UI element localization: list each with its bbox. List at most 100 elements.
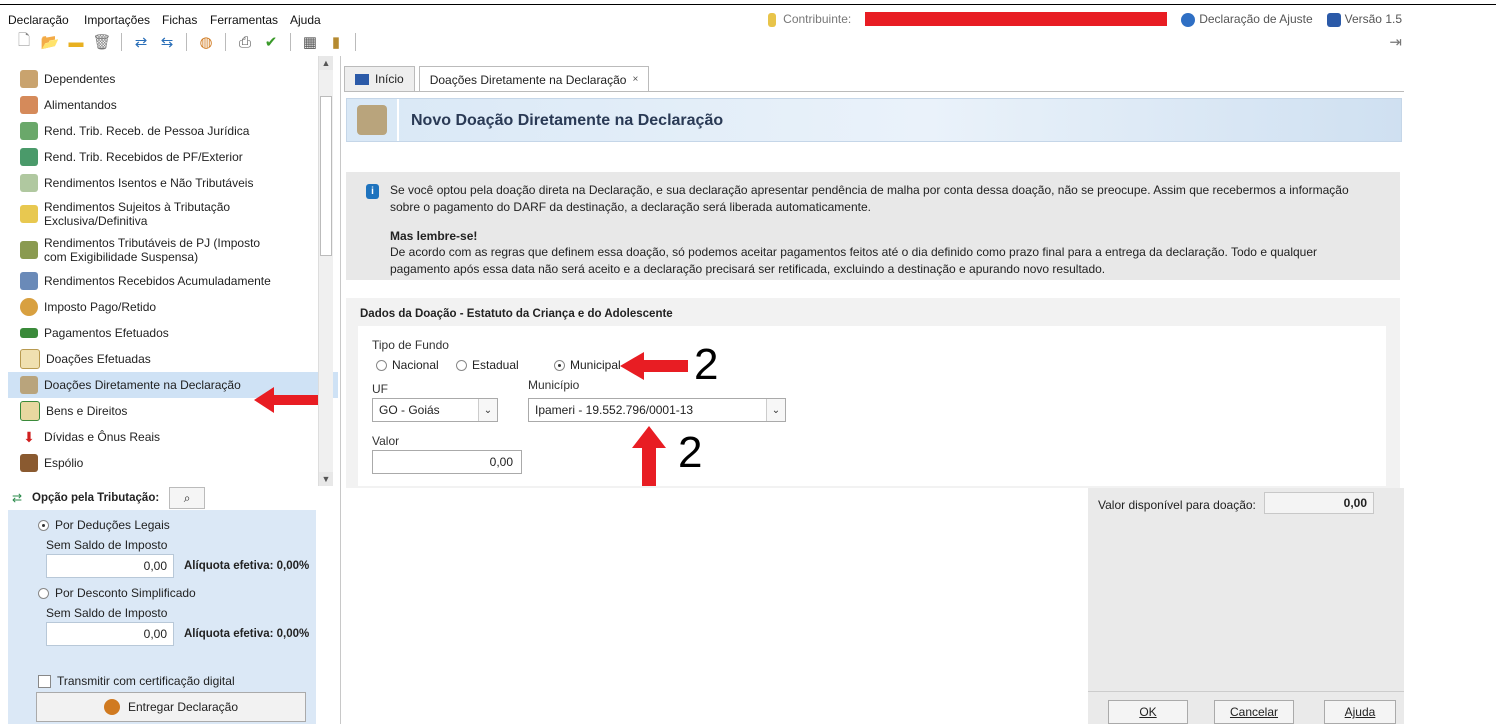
checkbox-control[interactable] <box>38 674 51 688</box>
version: Versão 1.5 <box>1326 12 1402 27</box>
people-icon <box>20 96 38 114</box>
contribuinte: Contribuinte: <box>767 12 851 27</box>
menu-ajuda[interactable]: Ajuda <box>290 13 321 27</box>
menu-ferramentas[interactable]: Ferramentas <box>210 13 278 27</box>
sidebar-item-doacoes[interactable]: Doações Efetuadas <box>8 346 338 372</box>
ok-button[interactable]: OK <box>1108 700 1188 724</box>
import-icon[interactable]: ⇆ <box>157 33 177 51</box>
calculator-icon[interactable]: ▦ <box>300 33 320 51</box>
sidebar-item-acumulados[interactable]: Rendimentos Recebidos Acumuladamente <box>8 268 338 294</box>
radio-simplificado[interactable]: Por Desconto Simplificado <box>38 586 196 600</box>
radio-simplificado-control[interactable] <box>38 587 49 599</box>
valor-disponivel-value: 0,00 <box>1264 492 1374 514</box>
info-bold: Mas lembre-se! <box>390 229 478 243</box>
sidebar-item-rend-pf[interactable]: Rend. Trib. Recebidos de PF/Exterior <box>8 144 338 170</box>
trash-icon[interactable]: 🗑 <box>92 33 112 51</box>
uf-label: UF <box>372 382 388 396</box>
close-icon[interactable]: × <box>632 74 638 85</box>
folder-icon[interactable]: ▬ <box>66 33 86 51</box>
radio-municipal[interactable]: Municipal <box>554 358 621 372</box>
transmitir-checkbox[interactable]: Transmitir com certificação digital <box>38 674 235 688</box>
book-icon[interactable]: ▮ <box>326 33 346 51</box>
main-panel: Novo Doação Diretamente na Declaração i … <box>344 92 1404 724</box>
radio-nacional[interactable]: Nacional <box>376 358 439 372</box>
menu-fichas[interactable]: Fichas <box>162 13 197 27</box>
valor-label: Valor <box>372 434 400 448</box>
simplificado-saldo: Sem Saldo de Imposto <box>46 606 168 620</box>
valor-input[interactable]: 0,00 <box>372 450 522 474</box>
check-icon[interactable]: ✔ <box>261 33 281 51</box>
arrows-icon: ⇄ <box>12 491 23 505</box>
globe-icon[interactable]: ◍ <box>196 33 216 51</box>
menu-importacoes[interactable]: Importações <box>84 13 150 27</box>
entregar-button[interactable]: Entregar Declaração <box>36 692 306 722</box>
radio-deducoes-control[interactable] <box>38 519 49 531</box>
summary-panel: Valor disponível para doação: 0,00 OK Ca… <box>1088 488 1404 724</box>
new-icon[interactable]: 🗋 <box>14 32 34 51</box>
exclusive-icon <box>20 205 38 223</box>
donation-icon <box>357 105 387 135</box>
sidebar-item-rend-pj[interactable]: Rend. Trib. Receb. de Pessoa Jurídica <box>8 118 338 144</box>
top-border <box>0 4 1496 5</box>
user-icon <box>767 12 776 27</box>
exit-icon[interactable]: ⇥ <box>1389 33 1402 51</box>
chevron-down-icon[interactable]: ⌄ <box>766 399 785 421</box>
scroll-down-icon[interactable]: ▼ <box>319 472 333 486</box>
dependents-icon <box>20 70 38 88</box>
print-icon[interactable]: ⎙ <box>235 33 255 51</box>
cancel-button[interactable]: Cancelar <box>1214 700 1294 724</box>
radio-nacional-control[interactable] <box>376 359 387 371</box>
declaracao-type: Declaração de Ajuste <box>1181 12 1313 27</box>
sidebar-item-exclusiva[interactable]: Rendimentos Sujeitos à Tributação Exclus… <box>8 196 338 232</box>
sidebar-item-imposto[interactable]: Imposto Pago/Retido <box>8 294 338 320</box>
transfer-icon[interactable]: ⇄ <box>131 33 151 51</box>
valor-disponivel-label: Valor disponível para doação: <box>1098 498 1256 512</box>
uf-select[interactable]: GO - Goiás ⌄ <box>372 398 498 422</box>
monitor-icon <box>355 73 369 85</box>
info-circle-icon <box>1181 12 1196 27</box>
assets-icon <box>20 401 40 421</box>
opcao-title: Opção pela Tributação: <box>32 492 160 504</box>
sidebar-item-alimentandos[interactable]: Alimentandos <box>8 92 338 118</box>
debts-icon: ⬇ <box>23 428 35 445</box>
radio-estadual-control[interactable] <box>456 359 467 371</box>
estate-icon <box>20 454 38 472</box>
sidebar-item-dependentes[interactable]: Dependentes <box>8 66 338 92</box>
page-title: Novo Doação Diretamente na Declaração <box>411 112 724 129</box>
annotation-number: 2 <box>694 340 719 389</box>
deducoes-aliquota: Alíquota efetiva: 0,00% <box>184 560 310 572</box>
sidebar-item-espolio[interactable]: Espólio <box>8 450 338 476</box>
sidebar-item-dividas[interactable]: ⬇ Dívidas e Ônus Reais <box>8 424 338 450</box>
deducoes-valor: 0,00 <box>46 554 174 578</box>
search-icon[interactable]: ⌕ <box>169 487 206 509</box>
annotation-number: 2 <box>678 428 703 477</box>
annotation-arrow-left <box>254 387 320 413</box>
section-title: Dados da Doação - Estatuto da Criança e … <box>360 308 673 320</box>
radio-deducoes[interactable]: Por Deduções Legais <box>38 518 170 532</box>
sidebar-clip <box>8 56 338 66</box>
municipio-select[interactable]: Ipameri - 19.552.796/0001-13 ⌄ <box>528 398 786 422</box>
sidebar-item-suspensa[interactable]: Rendimentos Tributáveis de PJ (Imposto c… <box>8 232 338 268</box>
tax-paid-icon <box>20 298 38 316</box>
toolbar: 🗋 📂 ▬ 🗑 ⇄ ⇆ ◍ ⎙ ✔ ▦ ▮ ⇥ <box>0 30 1410 54</box>
scroll-thumb[interactable] <box>320 96 332 256</box>
tab-doacoes[interactable]: Doações Diretamente na Declaração × <box>418 66 650 92</box>
simplificado-valor: 0,00 <box>46 622 174 646</box>
radio-estadual[interactable]: Estadual <box>456 358 519 372</box>
info-text-1: Se você optou pela doação direta na Decl… <box>390 183 1349 214</box>
sidebar-scrollbar[interactable]: ▲ ▼ <box>318 56 333 486</box>
scroll-up-icon[interactable]: ▲ <box>319 56 333 70</box>
tab-inicio[interactable]: Início <box>344 66 415 91</box>
income-pf-icon <box>20 148 38 166</box>
sidebar-item-pagamentos[interactable]: Pagamentos Efetuados <box>8 320 338 346</box>
sidebar-item-isentos[interactable]: Rendimentos Isentos e Não Tributáveis <box>8 170 338 196</box>
divider <box>340 56 341 724</box>
info-box: i Se você optou pela doação direta na De… <box>346 172 1400 280</box>
open-icon[interactable]: 📂 <box>40 33 60 51</box>
radio-municipal-control[interactable] <box>554 359 565 371</box>
toolbar-separator <box>121 33 122 51</box>
page-banner: Novo Doação Diretamente na Declaração <box>346 98 1402 142</box>
menu-declaracao[interactable]: Declaração <box>8 13 69 27</box>
chevron-down-icon[interactable]: ⌄ <box>478 399 497 421</box>
help-button[interactable]: Ajuda <box>1324 700 1396 724</box>
